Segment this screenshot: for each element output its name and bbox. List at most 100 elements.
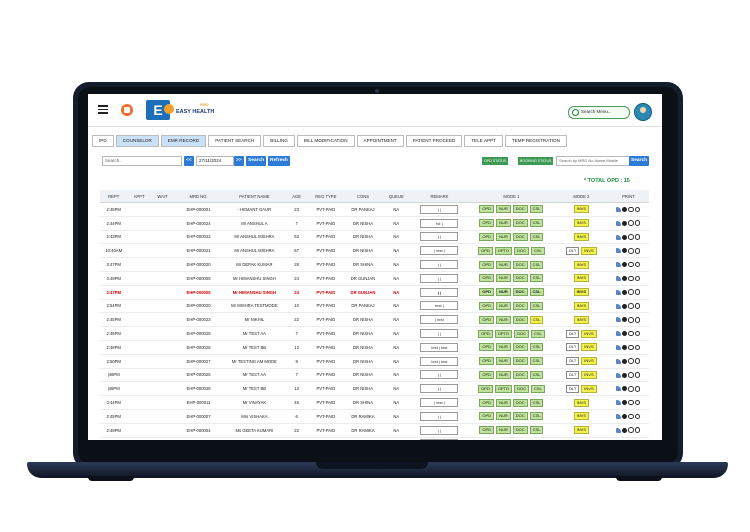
whatsapp-icon[interactable]	[622, 331, 628, 337]
mode1-doc-button[interactable]: DOC	[512, 398, 528, 407]
mode1-nur-button[interactable]: NUR	[495, 288, 511, 297]
mode1-nur-button[interactable]: NUR	[496, 370, 511, 379]
info-icon[interactable]	[628, 248, 634, 254]
search-menu-input[interactable]: Search Menu...	[568, 106, 630, 119]
mode1-csl-button[interactable]: CSL	[529, 288, 544, 297]
table-row[interactable]: 3:47PM EHP-000005 Mr HIMANSHU SINGH 24 PVT-P…	[100, 285, 649, 300]
invs-button[interactable]: INVS	[573, 232, 590, 241]
mode1-csl-button[interactable]: CSL	[530, 329, 545, 338]
mode1-csl-button[interactable]: CSL	[529, 412, 544, 421]
mode1-doc-button[interactable]: DOC	[512, 315, 528, 324]
invs-button[interactable]: INVS	[581, 357, 597, 366]
invs-button[interactable]: INVS	[573, 205, 590, 214]
tab-bill-modification[interactable]: BILL MODIFICATION	[296, 135, 355, 147]
mode1-opd-button[interactable]: OPD	[479, 288, 494, 297]
mode1-doc-button[interactable]: DOC	[512, 412, 528, 421]
add-icon[interactable]	[634, 344, 641, 351]
mode1-doc-button[interactable]: DOC	[512, 288, 528, 297]
mode1-nur-button[interactable]: NUR	[496, 219, 511, 228]
mode1-doc-button[interactable]: DOC	[514, 384, 529, 393]
add-icon[interactable]	[634, 275, 641, 282]
info-icon[interactable]	[628, 261, 634, 268]
mode1-csl-button[interactable]: CSL	[529, 343, 544, 352]
mode1-csl-button[interactable]: CSL	[529, 205, 544, 214]
table-row[interactable]: 2:48PM EHP-000026 Mr TEST BB 13 PVT-PAID DR N…	[100, 340, 649, 355]
mode1-nur-button[interactable]: NUR	[496, 357, 511, 366]
remark-field[interactable]: | |	[420, 329, 459, 339]
add-icon[interactable]	[634, 427, 641, 433]
info-icon[interactable]	[628, 220, 634, 227]
mode1-nur-button[interactable]: NUR	[496, 412, 511, 421]
mode1-doc-button[interactable]: DOC	[512, 301, 528, 310]
share-icon[interactable]	[616, 317, 622, 323]
share-icon[interactable]	[616, 413, 622, 419]
tab-tele-appt[interactable]: TELE APPT	[464, 135, 503, 147]
mode1-nur-button[interactable]: NUR	[496, 315, 511, 324]
tab-patient-proceed[interactable]: PATIENT PROCEED	[405, 135, 463, 147]
share-icon[interactable]	[616, 262, 622, 268]
remark-field[interactable]: | |	[420, 370, 459, 380]
invs-button[interactable]: INVS	[573, 260, 590, 269]
share-icon[interactable]	[616, 234, 622, 240]
search-input[interactable]: Search..	[102, 156, 182, 166]
menu-icon[interactable]	[98, 105, 108, 114]
add-icon[interactable]	[634, 399, 641, 406]
mode1-doc-button[interactable]: DOC	[512, 274, 528, 283]
invs-button[interactable]: INVS	[581, 384, 597, 393]
dlt-button[interactable]: DLT	[566, 357, 580, 366]
share-icon[interactable]	[616, 400, 622, 406]
mrd-search-input[interactable]: Search by MRD No,Name,Mobile	[556, 156, 630, 166]
info-icon[interactable]	[628, 330, 634, 337]
add-icon[interactable]	[634, 220, 641, 227]
invs-button[interactable]: INVS	[573, 301, 590, 310]
mode1-csl-button[interactable]: CSL	[529, 357, 544, 366]
tab-emr-record[interactable]: EMR RECORD	[160, 135, 207, 147]
remark-field[interactable]: test | test	[420, 342, 459, 352]
info-icon[interactable]	[628, 234, 634, 240]
dlt-button[interactable]: DLT	[566, 246, 580, 255]
mode1-csl-button[interactable]: CSL	[529, 315, 544, 324]
info-icon[interactable]	[628, 399, 634, 406]
search-button[interactable]: Search	[246, 156, 266, 166]
whatsapp-icon[interactable]	[622, 234, 628, 240]
remark-field[interactable]: | |	[420, 384, 459, 394]
remark-field[interactable]: | |	[420, 411, 459, 421]
mode1-doc-button[interactable]: DOC	[512, 232, 528, 241]
remark-field[interactable]: | |	[420, 204, 459, 214]
mode1-opto-button[interactable]: OPTO	[494, 329, 513, 338]
tab-appointment[interactable]: APPOINTMENT	[356, 135, 404, 147]
add-icon[interactable]	[634, 234, 641, 240]
table-row[interactable]: 2:45PM EHP-000001- HEMANT GAUR 23 PVT-PAID D…	[100, 202, 649, 217]
prev-date-button[interactable]: <<	[184, 156, 194, 166]
remark-field[interactable]: | |	[420, 260, 459, 270]
table-row[interactable]: 3:47PM EHP-000020 Mr DEPAK KUMAR 28 PVT-PAID…	[100, 257, 649, 272]
mode1-opd-button[interactable]: OPD	[479, 205, 495, 214]
dlt-button[interactable]: DLT	[566, 384, 580, 393]
add-icon[interactable]	[634, 358, 641, 364]
share-icon[interactable]	[616, 289, 622, 295]
opd-status-button[interactable]: OPD STATUS	[482, 157, 509, 165]
info-icon[interactable]	[628, 303, 634, 309]
mode1-csl-button[interactable]: CSL	[529, 232, 544, 241]
mode1-opd-button[interactable]: OPD	[479, 301, 495, 310]
add-icon[interactable]	[634, 289, 641, 296]
add-icon[interactable]	[634, 413, 641, 420]
mode1-opd-button[interactable]: OPD	[479, 219, 495, 228]
mode1-csl-button[interactable]: CSL	[529, 398, 544, 407]
next-date-button[interactable]: >>	[234, 156, 244, 166]
tab-patient-search[interactable]: PATIENT SEARCH	[208, 135, 262, 147]
mode1-csl-button[interactable]: CSL	[529, 260, 544, 269]
mode1-csl-button[interactable]: CSL	[530, 384, 545, 393]
table-row[interactable]: 2:44PM EHP-000024 Mr ANSHUL A 7 PVT-PAID DR N…	[100, 216, 649, 231]
mode1-opto-button[interactable]: OPTO	[494, 246, 513, 255]
share-icon[interactable]	[616, 206, 622, 212]
refresh-button[interactable]: Refresh	[268, 156, 290, 166]
info-icon[interactable]	[628, 275, 634, 282]
table-row[interactable]: 3:49PM EHP-000005 Mr HIMANSHU SINGH 24 PVT-P…	[100, 271, 649, 286]
add-icon[interactable]	[634, 261, 641, 268]
remark-field[interactable]: | |	[420, 232, 459, 242]
mode1-opd-button[interactable]: OPD	[479, 412, 495, 421]
table-row[interactable]: |48PM EHP-000026 Mr TEST BB 13 PVT-PAID DR NI…	[100, 381, 649, 397]
info-icon[interactable]	[628, 427, 634, 433]
table-row[interactable]: 3:44PM EHP-000002Ms POOJA MAURYA29PVT-PAI…	[100, 437, 649, 440]
